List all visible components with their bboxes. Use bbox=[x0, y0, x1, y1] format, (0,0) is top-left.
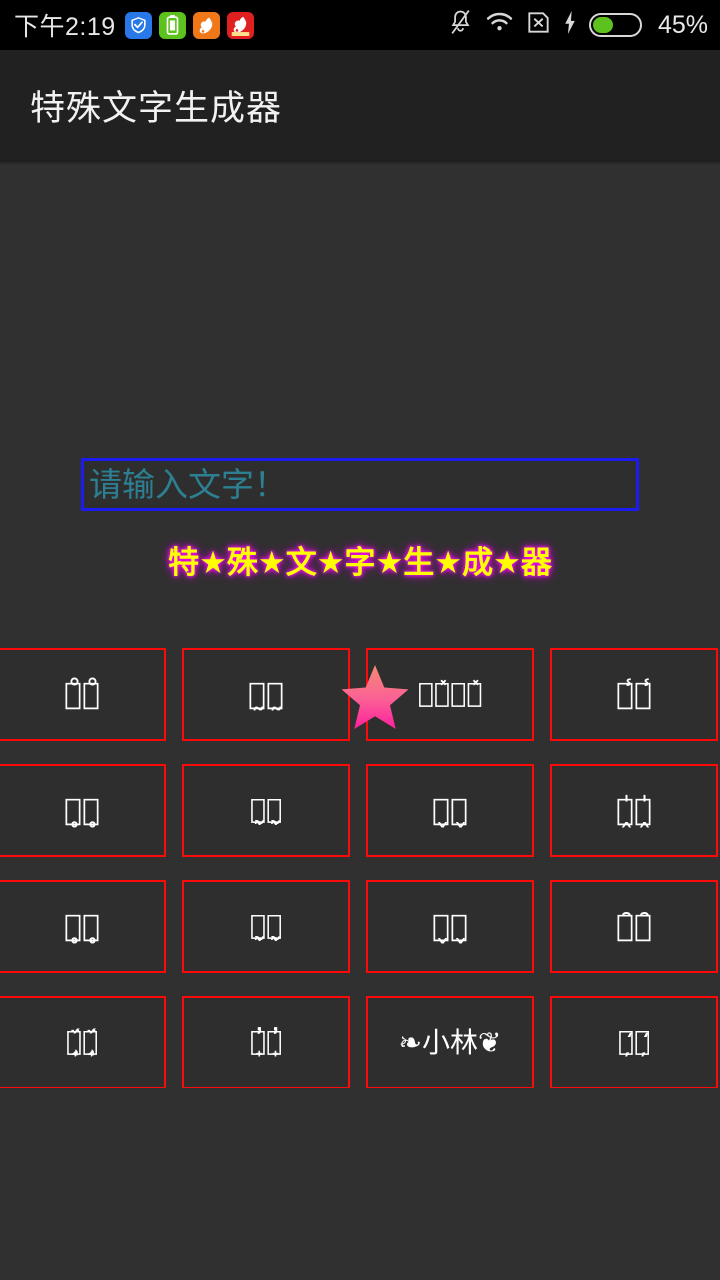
uc-browser-red-icon bbox=[226, 11, 254, 39]
sim-card-missing-icon bbox=[526, 10, 551, 40]
result-cell[interactable]: 小̖̰林̖̰ bbox=[182, 880, 350, 973]
results-grid-row: 小̊林̊ 小̰林̰ 小͛̽林͛̽ 小̾林̾ bbox=[0, 648, 720, 764]
result-cell-text: 小͛̽林͛̽ bbox=[417, 678, 483, 710]
result-cell-text: 小̭̍林̭̍ bbox=[615, 792, 652, 828]
uc-browser-orange-icon bbox=[192, 11, 220, 39]
result-cell[interactable]: 小̊林̊ bbox=[0, 648, 166, 741]
preview-text: 特★殊★文★字★生★成★器 bbox=[168, 545, 552, 581]
result-cell-text: 小̑林̑ bbox=[615, 908, 652, 944]
result-cell-text: 小̰林̰ bbox=[247, 676, 284, 712]
result-cell-text: 小̾林̾ bbox=[615, 676, 652, 712]
main-content: 请输入文字！ 特★殊★文★字★生★成★器 小̊林̊ 小̰林̰ 小͛̽林͛̽ 小̾林̾ 小… bbox=[0, 165, 720, 1280]
result-cell-text: 小̧͎̈́ͅ林̧͎̈́ͅ bbox=[65, 1026, 99, 1058]
result-cell[interactable]: 小̬林̬ bbox=[366, 764, 534, 857]
wifi-icon bbox=[485, 11, 514, 39]
battery-fill bbox=[592, 17, 614, 33]
result-cell[interactable]: 小̑林̑ bbox=[550, 880, 718, 973]
result-cell[interactable]: 小̖̰林̖̰ bbox=[182, 764, 350, 857]
result-cell-text: 小̥林̥ bbox=[63, 908, 100, 944]
result-cell[interactable]: 小̬林̬ bbox=[366, 880, 534, 973]
result-cell[interactable]: 小̟̓林̟̓ bbox=[182, 996, 350, 1088]
result-cell[interactable]: ❧小林❦ bbox=[366, 996, 534, 1088]
text-input-placeholder: 请输入文字！ bbox=[89, 465, 287, 504]
result-cell[interactable]: 小̭̍林̭̍ bbox=[550, 764, 718, 857]
status-system-icons: 45% bbox=[448, 9, 708, 41]
input-row: 请输入文字！ bbox=[0, 458, 720, 511]
results-grid-row: 小̥林̥ 小̖̰林̖̰ 小̬林̬ 小̑林̑ bbox=[0, 880, 720, 996]
results-grid-row: 小̥林̥ 小̖̰林̖̰ 小̬林̬ 小̭̍林̭̍ bbox=[0, 764, 720, 880]
result-cell-text: 小̊林̊ bbox=[63, 676, 100, 712]
result-cell[interactable]: 小̦̒林̦̒ bbox=[550, 996, 718, 1088]
app-title-bar: 特殊文字生成器 bbox=[0, 50, 720, 160]
result-cell[interactable]: 小̰林̰ bbox=[182, 648, 350, 741]
result-cell[interactable]: 小̾林̾ bbox=[550, 648, 718, 741]
battery-app-icon bbox=[158, 11, 186, 39]
result-cell[interactable]: 小͛̽林͛̽ bbox=[366, 648, 534, 741]
result-cell-text: 小̟̓林̟̓ bbox=[249, 1026, 283, 1058]
shield-app-icon bbox=[124, 11, 152, 39]
bell-muted-icon bbox=[448, 9, 473, 41]
result-cell[interactable]: 小̥林̥ bbox=[0, 880, 166, 973]
result-cell-text: 小̬林̬ bbox=[431, 908, 468, 944]
battery-shell bbox=[588, 13, 642, 37]
battery-indicator bbox=[588, 13, 642, 37]
result-cell[interactable]: 小̥林̥ bbox=[0, 764, 166, 857]
status-clock: 下午2:19 bbox=[14, 13, 116, 41]
result-cell-text: 小̥林̥ bbox=[63, 792, 100, 828]
result-cell-text: 小̬林̬ bbox=[431, 792, 468, 828]
app-root: 下午2:19 45% 特殊文字生成器 请输入文字！ 特★殊★文★字★生★成★器 … bbox=[0, 0, 720, 1280]
charging-bolt-icon bbox=[563, 10, 577, 40]
result-cell-text: ❧小林❦ bbox=[398, 1025, 502, 1059]
page-title: 特殊文字生成器 bbox=[30, 88, 283, 129]
result-cell-text: 小̖̰林̖̰ bbox=[249, 794, 283, 826]
status-notification-icons bbox=[124, 11, 254, 39]
status-bar: 下午2:19 45% bbox=[0, 0, 720, 50]
results-grid: 小̊林̊ 小̰林̰ 小͛̽林͛̽ 小̾林̾ 小̥林̥ 小̖̰林̖̰ 小̬林̬ 小̭̍林̭̍ 小̥… bbox=[0, 648, 720, 1088]
result-cell[interactable]: 小̧͎̈́ͅ林̧͎̈́ͅ bbox=[0, 996, 166, 1088]
text-input[interactable]: 请输入文字！ bbox=[81, 458, 639, 511]
result-cell-text: 小̖̰林̖̰ bbox=[249, 910, 283, 942]
results-grid-row: 小̧͎̈́ͅ林̧͎̈́ͅ 小̟̓林̟̓ ❧小林❦ 小̦̒林̦̒ bbox=[0, 996, 720, 1088]
battery-percent-label: 45% bbox=[657, 10, 708, 39]
result-cell-text: 小̦̒林̦̒ bbox=[617, 1026, 651, 1058]
